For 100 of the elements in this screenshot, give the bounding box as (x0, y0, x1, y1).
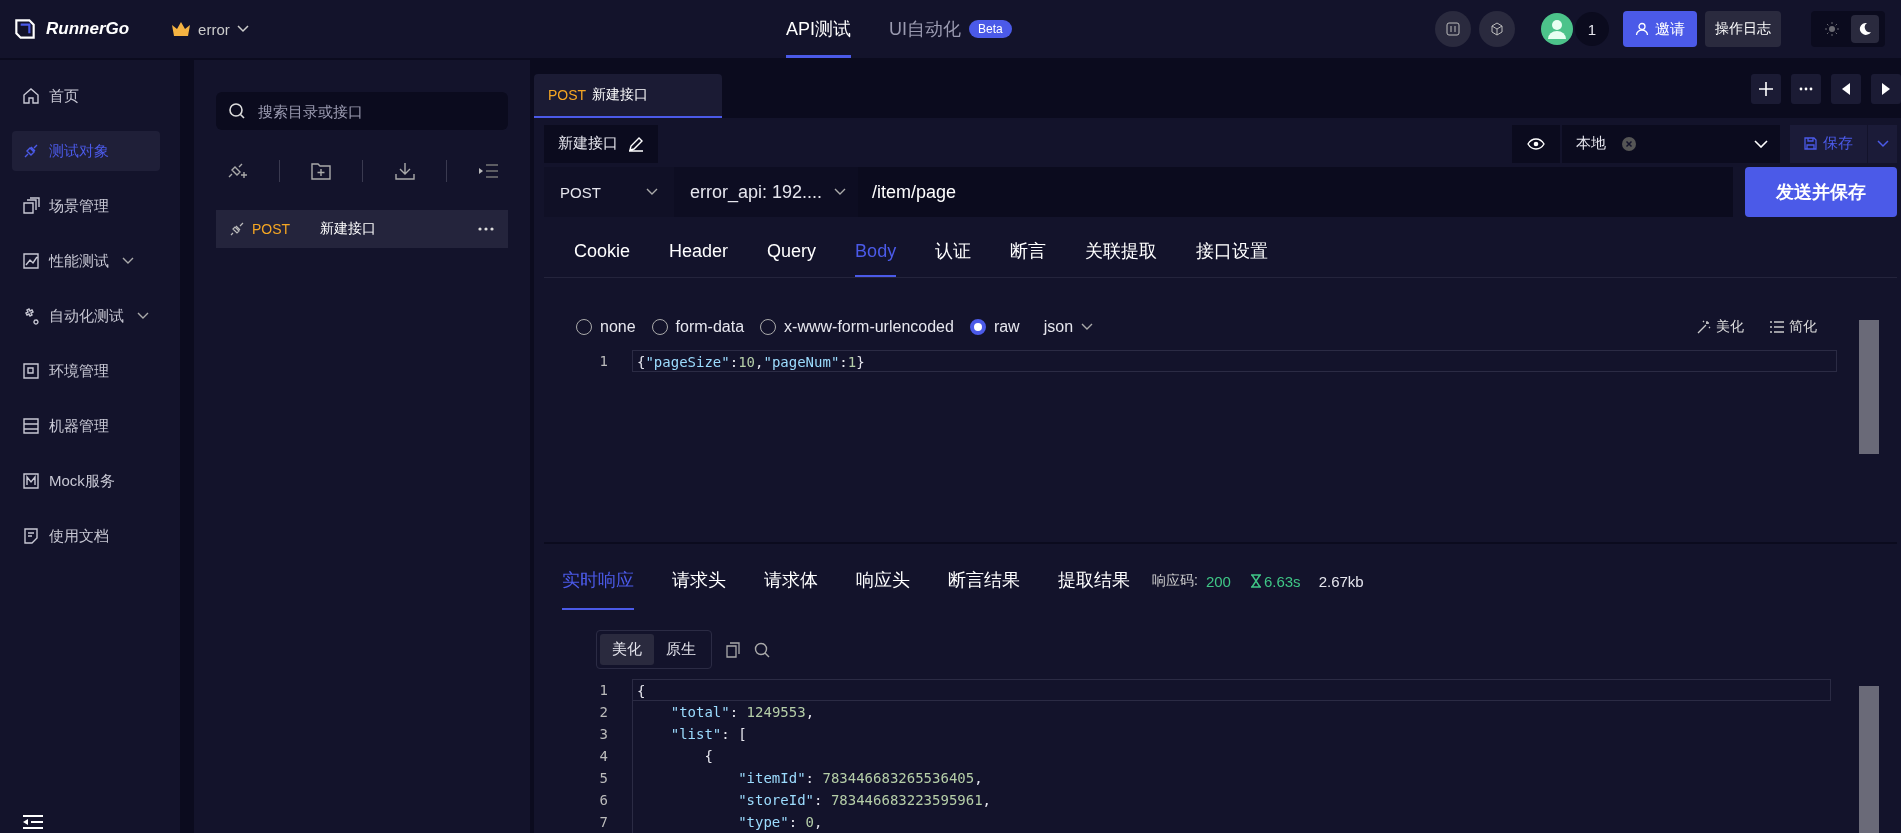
chevron-down-icon (236, 25, 249, 33)
code-line: "total": 1249553, (632, 701, 1831, 723)
scroll-left-icon[interactable] (1831, 74, 1861, 104)
server-icon (22, 417, 40, 435)
scrollbar[interactable] (1859, 686, 1879, 833)
line-number: 6 (598, 792, 609, 808)
status-code: 200 (1205, 572, 1231, 590)
sun-icon[interactable] (1825, 22, 1839, 36)
floppy-icon (1804, 137, 1817, 150)
list-icon (1770, 321, 1784, 333)
sidebar-item[interactable]: 自动化测试 (12, 296, 160, 336)
chevron-down-icon[interactable] (122, 257, 134, 265)
response-tab[interactable]: 断言结果 (948, 552, 1020, 610)
download-icon[interactable] (394, 162, 415, 180)
sidebar-item[interactable]: 首页 (12, 76, 160, 116)
chevron-down-icon[interactable] (137, 312, 149, 320)
more-icon[interactable] (478, 227, 494, 231)
line-number: 4 (598, 748, 609, 764)
line-number: 5 (598, 770, 609, 786)
user-count: 1 (1575, 12, 1609, 46)
nav-tab[interactable]: UI自动化 Beta (889, 0, 1012, 58)
body-type-radio[interactable]: raw (969, 318, 1020, 336)
add-icon[interactable] (1751, 74, 1781, 104)
request-section-tab[interactable]: Header (669, 227, 729, 277)
code-line: "storeId": 783446683223595961, (632, 789, 1831, 811)
sidebar-item[interactable]: Mock服务 (12, 461, 160, 501)
theme-toggle[interactable] (1811, 11, 1885, 47)
search-field[interactable]: 搜索目录或接口 (216, 92, 508, 130)
search-icon (228, 102, 246, 120)
send-and-save-button[interactable]: 发送并保存 (1745, 167, 1897, 217)
clear-icon[interactable] (1622, 136, 1636, 151)
letter-m-icon (22, 472, 40, 490)
sidebar-item[interactable]: 环境管理 (12, 351, 160, 391)
copy-icon[interactable] (726, 641, 740, 658)
view-mode-tab[interactable]: 原生 (654, 634, 708, 665)
response-tab[interactable]: 提取结果 (1058, 552, 1130, 610)
body-type-radio[interactable]: none (576, 318, 636, 336)
status-label: 响应码: (1152, 572, 1198, 590)
sidebar-item[interactable]: 机器管理 (12, 406, 160, 446)
chevron-down-icon (646, 188, 658, 196)
crown-icon (171, 21, 192, 37)
log-button[interactable]: 操作日志 (1705, 11, 1781, 47)
body-type-radio[interactable]: form-data (651, 318, 745, 336)
request-name[interactable]: 新建接口 (544, 124, 658, 163)
beta-badge: Beta (969, 20, 1012, 38)
request-section-tab[interactable]: 断言 (1010, 227, 1047, 277)
scroll-right-icon[interactable] (1871, 74, 1901, 104)
hourglass-icon (1250, 574, 1261, 588)
body-type-radio[interactable]: x-www-form-urlencoded (760, 318, 954, 336)
request-section-tab[interactable]: 认证 (935, 227, 972, 277)
plug-icon (22, 142, 40, 160)
home-icon (22, 87, 40, 105)
url-input[interactable]: /item/page (872, 177, 1719, 207)
response-tab[interactable]: 请求头 (672, 552, 726, 610)
moon-icon[interactable] (1858, 22, 1872, 36)
method-select[interactable]: POST (544, 167, 674, 217)
plug-icon (230, 222, 244, 236)
chevron-down-icon (1876, 139, 1889, 148)
avatar-icon[interactable] (1541, 13, 1573, 45)
code-line: "type": 0, (632, 811, 1831, 833)
collapse-icon[interactable] (23, 815, 43, 829)
view-mode-tab[interactable]: 美化 (600, 634, 654, 665)
line-number: 1 (598, 682, 609, 698)
format-select[interactable]: json (1043, 318, 1094, 336)
tree-item[interactable]: POST 新建接口 (216, 210, 508, 248)
line-number: 7 (598, 814, 609, 830)
simplify-button[interactable]: 简化 (1770, 318, 1817, 336)
chevron-down-icon (1081, 323, 1094, 331)
service-select[interactable]: error_api: 192.... (674, 167, 858, 217)
list-icon[interactable] (477, 163, 498, 179)
line-number: 2 (598, 704, 609, 720)
panel-icon[interactable] (1435, 11, 1471, 47)
response-tab[interactable]: 请求体 (764, 552, 818, 610)
response-tab[interactable]: 响应头 (856, 552, 910, 610)
line-number: 3 (598, 726, 609, 742)
search-input[interactable]: 搜索目录或接口 (256, 101, 496, 121)
request-section-tab[interactable]: 接口设置 (1196, 227, 1269, 277)
request-section-tab[interactable]: Query (767, 227, 817, 277)
chevron-down-icon (834, 188, 847, 196)
beautify-button[interactable]: 美化 (1697, 318, 1744, 336)
sidebar-item[interactable]: 场景管理 (12, 186, 160, 226)
chevron-down-icon (1754, 139, 1768, 148)
line-chart-icon (22, 252, 40, 270)
search-icon[interactable] (754, 641, 770, 658)
request-section-tab[interactable]: 关联提取 (1085, 227, 1158, 277)
response-time: 6.63s (1250, 572, 1301, 590)
sidebar-item[interactable]: 性能测试 (12, 241, 160, 281)
request-section-tab[interactable]: Cookie (574, 227, 631, 277)
logo-icon (12, 16, 38, 42)
sidebar-item[interactable]: 使用文档 (12, 516, 160, 556)
request-tab[interactable]: POST 新建接口 (534, 74, 722, 118)
line-number: 1 (598, 353, 609, 369)
cube-icon[interactable] (1479, 11, 1515, 47)
code-line: "itemId": 783446683265536405, (632, 767, 1831, 789)
workspace-selector[interactable]: error (171, 20, 249, 38)
invite-button[interactable]: 邀请 (1623, 11, 1697, 47)
document-icon (22, 527, 40, 545)
scrollbar[interactable] (1859, 320, 1879, 454)
edit-icon[interactable] (628, 135, 644, 152)
add-folder-icon[interactable] (311, 162, 332, 180)
